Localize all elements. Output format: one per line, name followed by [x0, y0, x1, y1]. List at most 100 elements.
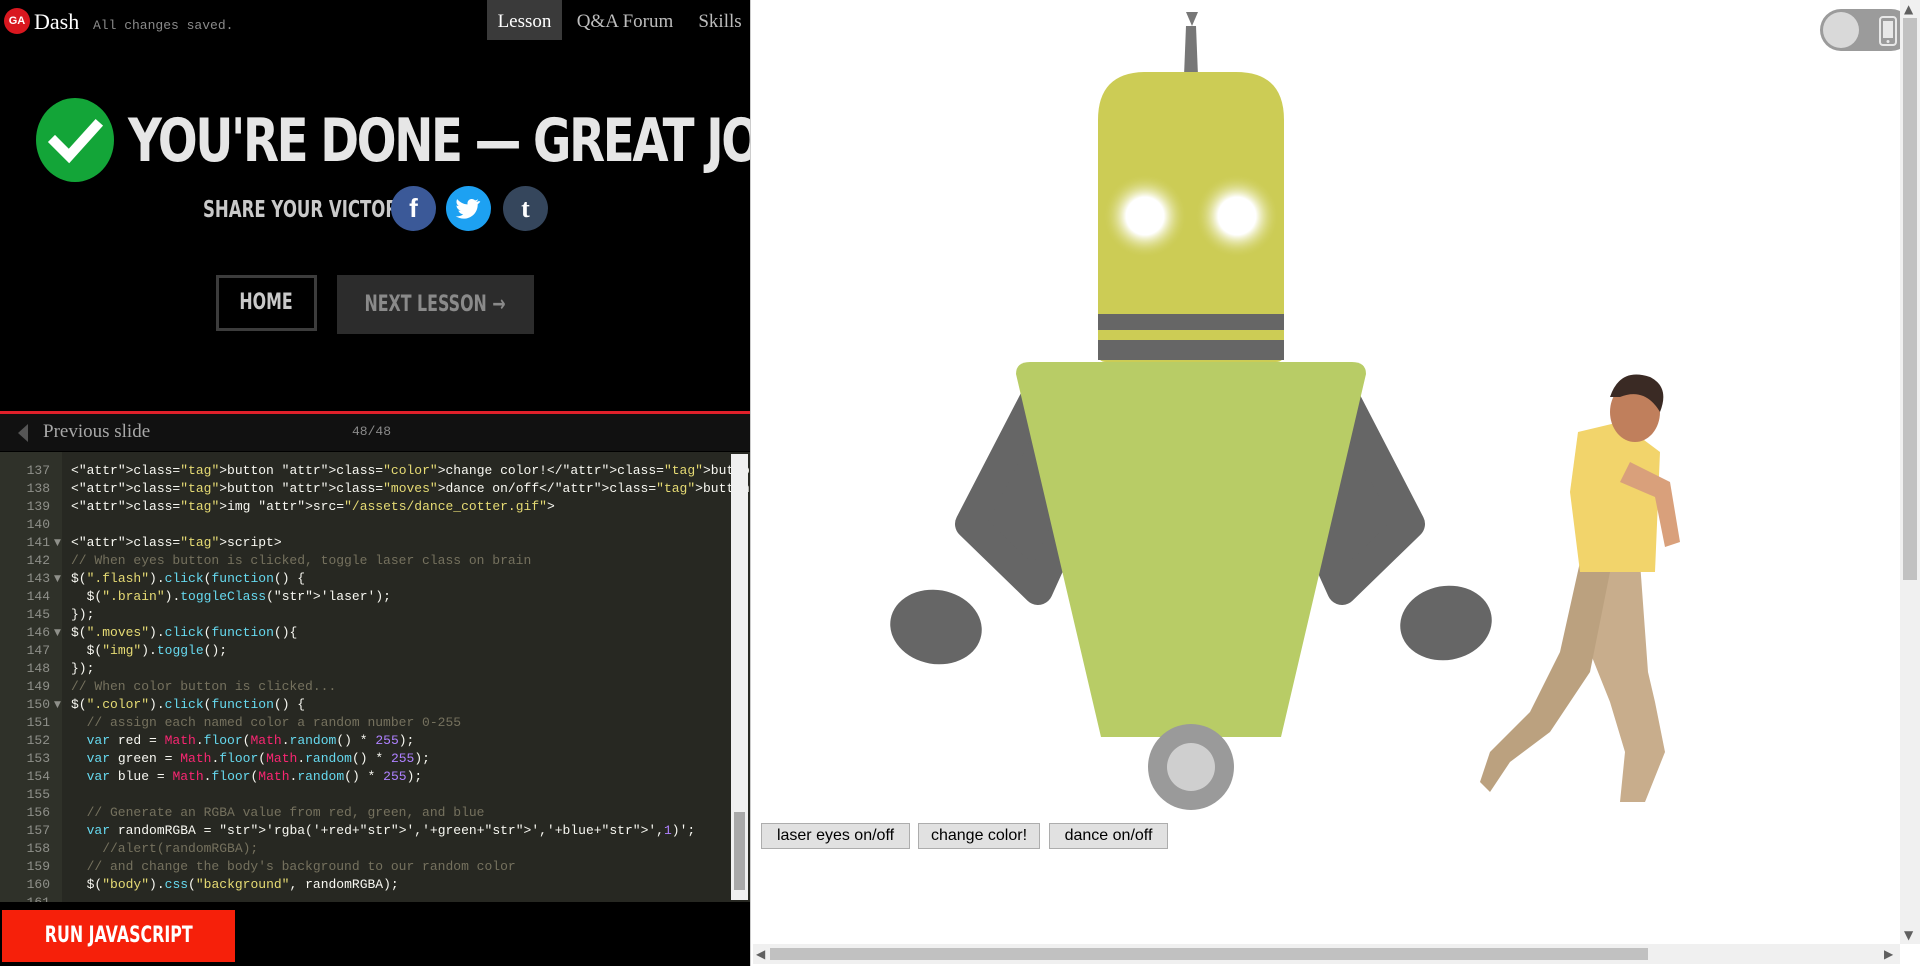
scroll-down-icon[interactable]: ▼	[1904, 928, 1913, 942]
editor-scroll-thumb[interactable]	[734, 812, 745, 890]
facebook-share-button[interactable]: f	[391, 186, 436, 231]
robot-eye-left	[1103, 174, 1187, 258]
chevron-left-icon[interactable]	[18, 424, 28, 442]
vertical-scroll-thumb[interactable]	[1903, 18, 1917, 580]
code-line[interactable]: <"attr">class="tag">img "attr">src="/ass…	[71, 498, 555, 516]
code-line[interactable]: var red = Math.floor(Math.random() * 255…	[71, 732, 415, 750]
code-line[interactable]: var randomRGBA = "str">'rgba('+red+"str"…	[71, 822, 696, 840]
scroll-up-icon[interactable]: ▲	[1904, 2, 1913, 16]
line-number: 139	[26, 499, 50, 514]
code-line[interactable]: <"attr">class="tag">script>	[71, 534, 282, 552]
facebook-icon: f	[409, 193, 418, 223]
line-number: 145	[26, 607, 50, 622]
run-javascript-label: RUN JAVASCRIPT	[44, 923, 193, 948]
tab-skills[interactable]: Skills	[690, 0, 750, 40]
robot-body	[1016, 362, 1366, 737]
code-line[interactable]: <"attr">class="tag">button "attr">class=…	[71, 480, 750, 498]
run-javascript-button[interactable]: RUN JAVASCRIPT	[2, 910, 235, 962]
line-number: 144	[26, 589, 50, 604]
line-number: 151	[26, 715, 50, 730]
code-line[interactable]: $(".color").click(function() {	[71, 696, 305, 714]
twitter-icon	[455, 198, 481, 219]
line-number: 149	[26, 679, 50, 694]
line-number: 160	[26, 877, 50, 892]
code-line[interactable]: var blue = Math.floor(Math.random() * 25…	[71, 768, 423, 786]
code-line[interactable]: });	[71, 660, 94, 678]
toggle-knob[interactable]	[1823, 12, 1859, 48]
phone-icon	[1879, 16, 1897, 46]
code-line[interactable]: // When eyes button is clicked, toggle l…	[71, 552, 531, 570]
line-number: 143	[26, 571, 50, 586]
line-number: 156	[26, 805, 50, 820]
code-line[interactable]: // assign each named color a random numb…	[71, 714, 461, 732]
fold-toggle-icon[interactable]: ▼	[54, 696, 61, 714]
code-line[interactable]: $(".brain").toggleClass("str">'laser');	[71, 588, 391, 606]
code-line[interactable]: <"attr">class="tag">button "attr">class=…	[71, 462, 750, 480]
code-line[interactable]: $("body").css("background", randomRGBA);	[71, 876, 399, 894]
scroll-right-icon[interactable]: ▶	[1884, 947, 1893, 961]
fold-toggle-icon[interactable]: ▼	[54, 534, 61, 552]
dancer-leg-front	[1480, 562, 1610, 792]
line-number: 148	[26, 661, 50, 676]
code-line[interactable]: // When color button is clicked...	[71, 678, 336, 696]
fold-toggle-icon[interactable]: ▼	[54, 570, 61, 588]
line-number: 159	[26, 859, 50, 874]
share-label: SHARE YOUR VICTORY:	[203, 197, 415, 223]
code-line[interactable]: //alert(randomRGBA);	[71, 840, 258, 858]
checkmark-icon	[36, 98, 114, 182]
line-number: 154	[26, 769, 50, 784]
line-number-gutter: 137 138 139 140 141 ▼ 142 143 ▼ 144 145 146 ▼ 147 148 1…	[0, 452, 62, 902]
brand-name[interactable]: Dash	[34, 9, 79, 35]
line-number: 147	[26, 643, 50, 658]
laser-eyes-button[interactable]: laser eyes on/off	[761, 823, 910, 849]
previous-slide-link[interactable]: Previous slide	[43, 421, 150, 443]
slide-counter: 48/48	[352, 424, 392, 439]
home-button[interactable]: HOME	[216, 275, 317, 331]
antenna-tip	[1186, 12, 1198, 26]
tumblr-share-button[interactable]: t	[503, 186, 548, 231]
line-number: 142	[26, 553, 50, 568]
code-line[interactable]: var green = Math.floor(Math.random() * 2…	[71, 750, 430, 768]
home-button-label: HOME	[239, 290, 294, 315]
code-line[interactable]: $(".moves").click(function(){	[71, 624, 297, 642]
code-editor[interactable]: 137 138 139 140 141 ▼ 142 143 ▼ 144 145 146 ▼ 147 148 1…	[0, 452, 750, 902]
line-number: 141	[26, 535, 50, 550]
robot-illustration	[890, 12, 1492, 810]
robot-neck-stripe-1	[1098, 314, 1284, 330]
save-status: All changes saved.	[93, 18, 234, 33]
ga-logo[interactable]: GA	[4, 8, 30, 34]
code-line[interactable]: // and change the body's background to o…	[71, 858, 516, 876]
line-number: 140	[26, 517, 50, 532]
line-number: 153	[26, 751, 50, 766]
line-number: 158	[26, 841, 50, 856]
dancer-shirt	[1570, 422, 1660, 572]
change-color-button[interactable]: change color!	[918, 823, 1040, 849]
dance-toggle-button[interactable]: dance on/off	[1049, 823, 1168, 849]
next-lesson-label: NEXT LESSON →	[364, 292, 507, 317]
twitter-share-button[interactable]	[446, 186, 491, 231]
code-line[interactable]: $(".flash").click(function() {	[71, 570, 305, 588]
success-title: YOU'RE DONE — GREAT JOB!	[128, 106, 813, 176]
code-line[interactable]: });	[71, 606, 94, 624]
tumblr-icon: t	[521, 194, 530, 223]
line-number: 150	[26, 697, 50, 712]
line-number: 155	[26, 787, 50, 802]
line-number: 152	[26, 733, 50, 748]
tab-qa-forum[interactable]: Q&A Forum	[568, 0, 682, 40]
tab-lesson[interactable]: Lesson	[487, 0, 562, 40]
robot-hand-left	[890, 589, 982, 665]
line-number: 157	[26, 823, 50, 838]
scroll-left-icon[interactable]: ◀	[756, 947, 765, 961]
line-number: 161	[0, 894, 50, 902]
line-number: 146	[26, 625, 50, 640]
code-line[interactable]: $("img").toggle();	[71, 642, 227, 660]
horizontal-scroll-thumb[interactable]	[770, 948, 1648, 960]
line-number: 138	[26, 481, 50, 496]
robot-eye-right	[1195, 174, 1279, 258]
robot-wheel-hub	[1167, 743, 1215, 791]
next-lesson-button[interactable]: NEXT LESSON →	[337, 275, 534, 334]
dancing-man-image	[1480, 374, 1680, 802]
fold-toggle-icon[interactable]: ▼	[54, 624, 61, 642]
code-line[interactable]: // Generate an RGBA value from red, gree…	[71, 804, 485, 822]
robot-neck-stripe-2	[1098, 340, 1284, 360]
